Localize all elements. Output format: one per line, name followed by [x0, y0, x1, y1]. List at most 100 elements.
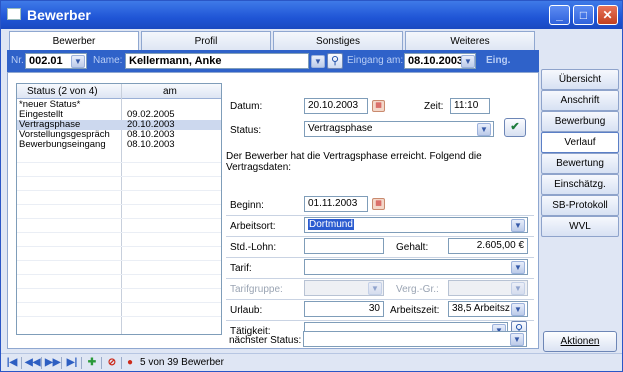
datum-label: Datum:	[230, 101, 263, 112]
status-table[interactable]: Status (2 von 4) am *neuer Status* Einge…	[16, 83, 222, 335]
nr-label: Nr.	[11, 55, 24, 66]
arbeitszeit-label: Arbeitszeit:	[390, 305, 440, 316]
status-cell: Bewerbungseingang	[19, 139, 106, 150]
nr-dropdown-arrow[interactable]: ▼	[71, 55, 85, 68]
record-header-strip: Nr. 002.01 ▼ Name: Kellermann, Anke ▼ ⚲ …	[7, 50, 539, 72]
title-bar: Bewerber _ □ ✕	[1, 1, 622, 29]
status-bar: |◀ ◀◀ ▶▶ ▶| ✚ ⊘ ● 5 von 39 Bewerber	[1, 353, 622, 371]
aktionen-label: Aktionen	[560, 336, 600, 347]
nav-wvl[interactable]: WVL	[541, 216, 619, 237]
beginn-label: Beginn:	[230, 200, 264, 211]
tab-sonstiges[interactable]: Sonstiges	[273, 31, 403, 51]
arbeitsort-select[interactable]: Dortmund	[304, 217, 528, 233]
naechster-status-label: nächster Status:	[229, 335, 302, 346]
row-gridline	[17, 232, 221, 233]
add-record-icon[interactable]: ✚	[85, 356, 99, 369]
verggr-label: Verg.-Gr.:	[396, 284, 439, 295]
row-gridline	[17, 302, 221, 303]
nav-bewertung[interactable]: Bewertung	[541, 153, 619, 174]
stdlohn-label: Std.-Lohn:	[230, 242, 277, 253]
record-count: 5 von 39 Bewerber	[140, 357, 224, 368]
field-separator	[226, 320, 534, 321]
field-separator	[226, 257, 534, 258]
col-header-am[interactable]: am	[163, 86, 177, 97]
field-separator	[226, 215, 534, 216]
row-gridline	[17, 218, 221, 219]
tab-profil[interactable]: Profil	[141, 31, 271, 51]
nav-einschaetzung[interactable]: Einschätzg.	[541, 174, 619, 195]
nav-verlauf[interactable]: Verlauf	[541, 132, 619, 153]
arbeitszeit-dropdown-arrow[interactable]: ▼	[511, 303, 525, 316]
eingang-label: Eingang am:	[347, 55, 404, 66]
nav-anschrift[interactable]: Anschrift	[541, 90, 619, 111]
arbeitsort-label: Arbeitsort:	[230, 221, 276, 232]
gehalt-field[interactable]: 2.605,00 €	[448, 238, 528, 254]
cancel-icon[interactable]: ●	[123, 356, 137, 369]
table-row[interactable]: Bewerbungseingang 08.10.2003	[17, 140, 221, 150]
date-cell: 08.10.2003	[127, 139, 175, 150]
status-select[interactable]: Vertragsphase	[304, 121, 494, 137]
row-gridline	[17, 190, 221, 191]
tab-weiteres[interactable]: Weiteres	[405, 31, 535, 51]
beginn-field[interactable]: 01.11.2003	[304, 196, 368, 212]
apply-status-icon[interactable]: ✔	[504, 118, 526, 137]
first-record-icon[interactable]: |◀	[5, 356, 19, 369]
status-label: Status:	[230, 125, 262, 136]
calendar-icon[interactable]: ▦	[372, 198, 385, 210]
eingang-dropdown-arrow[interactable]: ▼	[461, 55, 475, 68]
name-search-icon[interactable]: ⚲	[327, 53, 343, 69]
calendar-icon[interactable]: ▦	[372, 100, 385, 112]
eing-link[interactable]: Eing.	[486, 55, 510, 66]
app-icon	[7, 8, 21, 20]
row-gridline	[17, 176, 221, 177]
stdlohn-field[interactable]	[304, 238, 384, 254]
row-gridline	[17, 162, 221, 163]
field-separator	[226, 236, 534, 237]
divider	[41, 357, 42, 369]
nav-sb-protokoll[interactable]: SB-Protokoll	[541, 195, 619, 216]
tarif-select[interactable]	[304, 259, 528, 275]
next-record-icon[interactable]: ▶▶	[45, 356, 60, 369]
row-gridline	[17, 246, 221, 247]
tab-bewerber[interactable]: Bewerber	[9, 31, 139, 51]
naechster-status-dropdown-arrow[interactable]: ▼	[510, 333, 524, 346]
row-gridline	[17, 260, 221, 261]
row-gridline	[17, 204, 221, 205]
row-gridline	[17, 288, 221, 289]
status-panel: Status (2 von 4) am *neuer Status* Einge…	[7, 72, 539, 349]
zeit-field[interactable]: 11:10	[450, 98, 490, 114]
delete-record-icon[interactable]: ⊘	[105, 356, 119, 369]
zeit-label: Zeit:	[424, 101, 444, 112]
minimize-button[interactable]: _	[549, 5, 570, 25]
divider	[61, 357, 62, 369]
application-window: Bewerber _ □ ✕ Bewerber Profil Sonstiges…	[0, 0, 623, 372]
col-header-status[interactable]: Status (2 von 4)	[27, 86, 98, 97]
verggr-dropdown-arrow: ▼	[511, 282, 525, 295]
contract-description: Der Bewerber hat die Vertragsphase errei…	[226, 151, 482, 173]
maximize-button[interactable]: □	[573, 5, 594, 25]
urlaub-field[interactable]: 30	[304, 301, 384, 317]
previous-record-icon[interactable]: ◀◀	[25, 356, 40, 369]
naechster-status-select[interactable]	[303, 331, 527, 347]
field-separator	[226, 278, 534, 279]
arbeitsort-dropdown-arrow[interactable]: ▼	[511, 219, 525, 232]
nav-bewerbung[interactable]: Bewerbung	[541, 111, 619, 132]
divider	[81, 357, 82, 369]
tarifgruppe-label: Tarifgruppe:	[230, 284, 283, 295]
tab-bar: Bewerber Profil Sonstiges Weiteres	[7, 31, 539, 51]
divider	[121, 357, 122, 369]
status-dropdown-arrow[interactable]: ▼	[477, 123, 491, 136]
tarif-dropdown-arrow[interactable]: ▼	[511, 261, 525, 274]
row-gridline	[17, 274, 221, 275]
close-button[interactable]: ✕	[597, 5, 618, 25]
aktionen-button[interactable]: Aktionen	[543, 331, 617, 352]
arbeitsort-value: Dortmund	[308, 219, 354, 230]
nav-uebersicht[interactable]: Übersicht	[541, 69, 619, 90]
datum-field[interactable]: 20.10.2003	[304, 98, 368, 114]
name-label: Name:	[93, 55, 123, 66]
field-separator	[226, 299, 534, 300]
name-field[interactable]: Kellermann, Anke	[125, 53, 309, 69]
name-dropdown-arrow[interactable]: ▼	[311, 55, 325, 68]
window-title: Bewerber	[27, 7, 91, 23]
last-record-icon[interactable]: ▶|	[65, 356, 79, 369]
